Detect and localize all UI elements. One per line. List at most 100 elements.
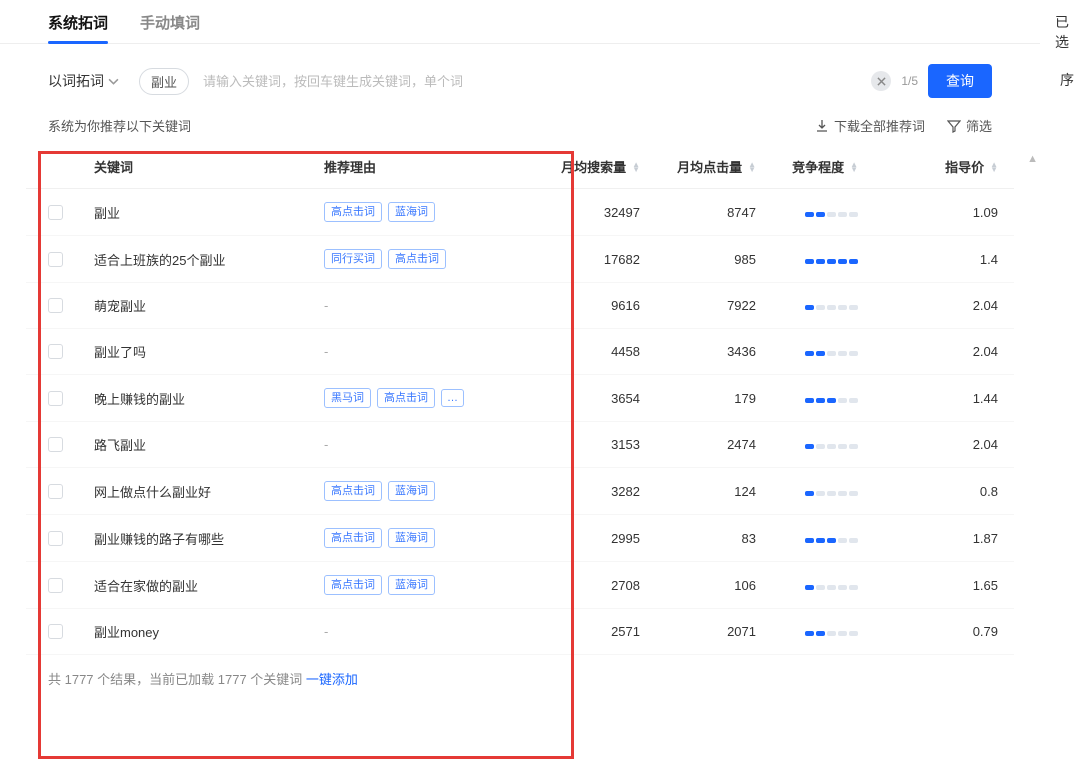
right-panel-peek: 已选 — [1055, 12, 1080, 52]
filter-icon — [947, 119, 961, 133]
cell-guide-price: 2.04 — [866, 298, 1008, 313]
cell-keyword: 副业赚钱的路子有哪些 — [94, 529, 324, 548]
cell-reason: - — [324, 437, 524, 452]
cell-monthly-search: 3153 — [524, 437, 640, 452]
tab-system-expand[interactable]: 系统拓词 — [48, 12, 108, 43]
row-checkbox[interactable] — [48, 484, 63, 499]
cell-monthly-search: 9616 — [524, 298, 640, 313]
row-checkbox[interactable] — [48, 391, 63, 406]
cell-competition — [756, 391, 866, 406]
table-row: 适合上班族的25个副业 同行买词高点击词 17682 985 1.4 — [26, 236, 1014, 283]
reason-tag: 蓝海词 — [388, 528, 435, 548]
cell-monthly-search: 2708 — [524, 578, 640, 593]
cell-monthly-click: 3436 — [640, 344, 756, 359]
search-row: 以词拓词 副业 1/5 查询 — [0, 44, 1040, 110]
reason-empty: - — [324, 298, 328, 313]
clear-input-button[interactable] — [871, 71, 891, 91]
cell-competition — [756, 531, 866, 546]
cell-competition — [756, 252, 866, 267]
cell-reason: 高点击词蓝海词 — [324, 575, 524, 595]
row-checkbox[interactable] — [48, 624, 63, 639]
search-button[interactable]: 查询 — [928, 64, 992, 98]
keyword-counter: 1/5 — [901, 74, 918, 88]
cell-reason: - — [324, 624, 524, 639]
cell-guide-price: 1.65 — [866, 578, 1008, 593]
table-row: 副业赚钱的路子有哪些 高点击词蓝海词 2995 83 1.87 — [26, 515, 1014, 562]
add-all-button[interactable]: 一键添加 — [306, 672, 358, 687]
more-tags-button[interactable]: … — [441, 389, 464, 407]
competition-bar — [805, 212, 858, 217]
tab-bar: 系统拓词 手动填词 — [0, 0, 1040, 44]
cell-guide-price: 2.04 — [866, 344, 1008, 359]
cell-keyword: 适合上班族的25个副业 — [94, 250, 324, 269]
cell-monthly-search: 32497 — [524, 205, 640, 220]
competition-bar — [805, 491, 858, 496]
cell-monthly-search: 3654 — [524, 391, 640, 406]
expand-mode-select[interactable]: 以词拓词 — [48, 71, 119, 91]
close-icon — [877, 77, 886, 86]
scroll-up-icon[interactable]: ▲ — [1027, 153, 1038, 165]
table-header: 关键词 推荐理由 月均搜索量▲▼ 月均点击量▲▼ 竞争程度▲▼ 指导价▲▼ — [26, 145, 1014, 189]
sort-icon: ▲▼ — [632, 162, 640, 172]
filter-label: 筛选 — [966, 116, 992, 135]
chevron-down-icon — [108, 76, 119, 87]
reason-tag: 蓝海词 — [388, 575, 435, 595]
keyword-input[interactable] — [199, 68, 861, 95]
reason-empty: - — [324, 437, 328, 452]
toolbar: 系统为你推荐以下关键词 下载全部推荐词 筛选 — [0, 110, 1040, 145]
row-checkbox[interactable] — [48, 578, 63, 593]
table-row: 副业money - 2571 2071 0.79 — [26, 609, 1014, 655]
download-all-button[interactable]: 下载全部推荐词 — [815, 116, 925, 135]
competition-bar — [805, 444, 858, 449]
row-checkbox[interactable] — [48, 531, 63, 546]
reason-tag: 高点击词 — [377, 388, 435, 408]
cell-monthly-click: 2071 — [640, 624, 756, 639]
cell-monthly-click: 985 — [640, 252, 756, 267]
expand-mode-label: 以词拓词 — [48, 71, 104, 91]
cell-guide-price: 1.87 — [866, 531, 1008, 546]
competition-bar — [805, 398, 858, 403]
cell-competition — [756, 298, 866, 313]
cell-guide-price: 1.4 — [866, 252, 1008, 267]
competition-bar — [805, 305, 858, 310]
table-row: 副业 高点击词蓝海词 32497 8747 1.09 — [26, 189, 1014, 236]
keyword-table: 关键词 推荐理由 月均搜索量▲▼ 月均点击量▲▼ 竞争程度▲▼ 指导价▲▼ 副业… — [26, 145, 1014, 655]
row-checkbox[interactable] — [48, 252, 63, 267]
reason-tag: 高点击词 — [324, 202, 382, 222]
col-keyword[interactable]: 关键词 — [94, 157, 324, 176]
cell-keyword: 网上做点什么副业好 — [94, 482, 324, 501]
tab-manual-fill[interactable]: 手动填词 — [140, 12, 200, 43]
cell-monthly-search: 3282 — [524, 484, 640, 499]
cell-monthly-click: 106 — [640, 578, 756, 593]
col-monthly-click[interactable]: 月均点击量▲▼ — [640, 157, 756, 176]
cell-monthly-click: 7922 — [640, 298, 756, 313]
footer-text: 共 1777 个结果，当前已加载 1777 个关键词 — [48, 672, 306, 687]
recommend-label: 系统为你推荐以下关键词 — [48, 116, 191, 135]
filter-button[interactable]: 筛选 — [947, 116, 992, 135]
download-icon — [815, 119, 829, 133]
reason-tag: 蓝海词 — [388, 202, 435, 222]
cell-keyword: 副业money — [94, 622, 324, 641]
col-competition[interactable]: 竞争程度▲▼ — [756, 157, 866, 176]
row-checkbox[interactable] — [48, 437, 63, 452]
row-checkbox[interactable] — [48, 205, 63, 220]
cell-keyword: 萌宠副业 — [94, 296, 324, 315]
cell-monthly-click: 8747 — [640, 205, 756, 220]
table-row: 路飞副业 - 3153 2474 2.04 — [26, 422, 1014, 468]
col-guide-price[interactable]: 指导价▲▼ — [866, 157, 1008, 176]
cell-reason: - — [324, 344, 524, 359]
row-checkbox[interactable] — [48, 344, 63, 359]
col-monthly-search[interactable]: 月均搜索量▲▼ — [524, 157, 640, 176]
footer-summary: 共 1777 个结果，当前已加载 1777 个关键词 一键添加 — [0, 655, 1040, 702]
sort-icon: ▲▼ — [990, 162, 998, 172]
sort-icon: ▲▼ — [850, 162, 858, 172]
row-checkbox[interactable] — [48, 298, 63, 313]
reason-empty: - — [324, 624, 328, 639]
cell-keyword: 适合在家做的副业 — [94, 576, 324, 595]
reason-tag: 高点击词 — [324, 528, 382, 548]
cell-competition — [756, 624, 866, 639]
reason-tag: 高点击词 — [324, 575, 382, 595]
cell-competition — [756, 484, 866, 499]
col-reason[interactable]: 推荐理由 — [324, 157, 524, 176]
keyword-token[interactable]: 副业 — [139, 68, 189, 95]
